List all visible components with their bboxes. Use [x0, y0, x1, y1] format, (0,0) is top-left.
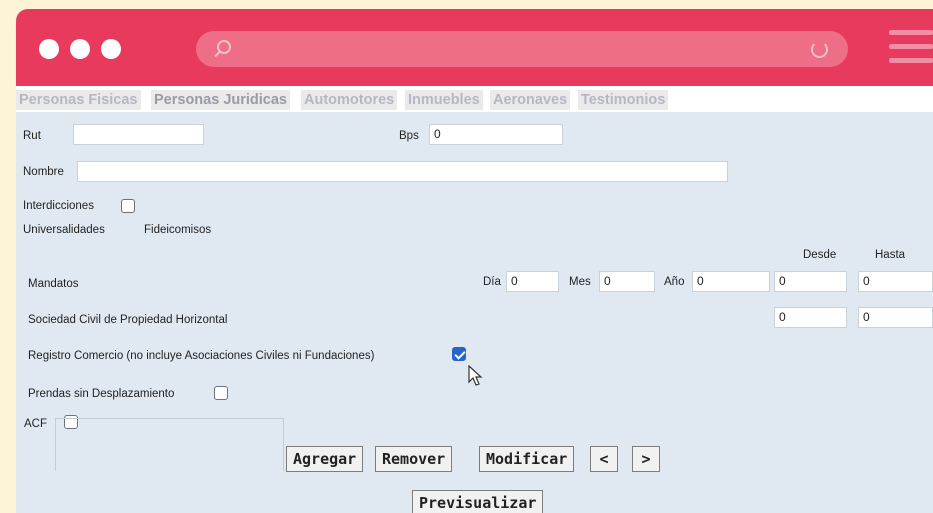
- mes-label: Mes: [569, 276, 591, 288]
- mandatos-desde-input[interactable]: 0: [774, 271, 847, 292]
- tab-inmuebles[interactable]: Inmuebles: [405, 90, 483, 110]
- search-icon: [217, 40, 231, 54]
- search-bar[interactable]: [196, 31, 848, 67]
- hasta-header: Hasta: [875, 249, 906, 261]
- sociedad-civil-label: Sociedad Civil de Propiedad Horizontal: [28, 314, 228, 326]
- mandatos-hasta-input[interactable]: 0: [858, 271, 933, 292]
- browser-toolbar: [16, 9, 933, 86]
- prev-button[interactable]: <: [590, 446, 618, 472]
- desde-header: Desde: [803, 249, 837, 261]
- prendas-checkbox[interactable]: [214, 386, 228, 400]
- modificar-button[interactable]: Modificar: [479, 446, 575, 472]
- bps-label: Bps: [399, 130, 419, 142]
- dia-label: Día: [483, 276, 501, 288]
- reload-icon[interactable]: [811, 41, 828, 58]
- previsualizar-button[interactable]: Previsualizar: [412, 490, 544, 513]
- registro-comercio-checkbox[interactable]: [452, 347, 466, 361]
- tab-testimonios[interactable]: Testimonios: [578, 90, 669, 110]
- rut-label: Rut: [23, 130, 41, 142]
- mes-input[interactable]: 0: [599, 271, 655, 292]
- window-dot-green[interactable]: [101, 39, 121, 59]
- tab-aeronaves[interactable]: Aeronaves: [490, 90, 571, 110]
- hamburger-menu-icon[interactable]: [889, 30, 933, 64]
- window-dot-red[interactable]: [39, 39, 59, 59]
- interdicciones-label: Interdicciones: [23, 200, 94, 212]
- interdicciones-checkbox[interactable]: [121, 199, 135, 213]
- bps-input[interactable]: 0: [429, 124, 563, 145]
- agregar-button[interactable]: Agregar: [286, 446, 364, 472]
- browser-window: Personas Fisicas Personas Juridicas Auto…: [16, 9, 933, 513]
- mouse-cursor-icon: [468, 365, 483, 386]
- rut-input[interactable]: [73, 124, 204, 145]
- next-button[interactable]: >: [632, 446, 660, 472]
- nombre-input[interactable]: [77, 161, 728, 182]
- acf-list-box[interactable]: [55, 418, 284, 471]
- tab-personas-fisicas[interactable]: Personas Fisicas: [16, 90, 141, 110]
- tab-personas-juridicas[interactable]: Personas Juridicas: [151, 90, 290, 110]
- window-dot-yellow[interactable]: [70, 39, 90, 59]
- sociedad-hasta-input[interactable]: 0: [858, 307, 933, 328]
- tab-bar: Personas Fisicas Personas Juridicas Auto…: [16, 86, 933, 112]
- fideicomisos-label: Fideicomisos: [144, 224, 212, 236]
- registro-comercio-label: Registro Comercio (no incluye Asociacion…: [28, 350, 375, 362]
- mandatos-label: Mandatos: [28, 278, 79, 290]
- acf-label: ACF: [24, 418, 47, 430]
- universalidades-label: Universalidades: [23, 224, 105, 236]
- anio-label: Año: [664, 276, 685, 288]
- nombre-label: Nombre: [23, 166, 64, 178]
- sociedad-desde-input[interactable]: 0: [774, 307, 847, 328]
- tab-automotores[interactable]: Automotores: [301, 90, 398, 110]
- dia-input[interactable]: 0: [506, 271, 559, 292]
- remover-button[interactable]: Remover: [375, 446, 453, 472]
- anio-input[interactable]: 0: [692, 271, 770, 292]
- prendas-label: Prendas sin Desplazamiento: [28, 388, 175, 400]
